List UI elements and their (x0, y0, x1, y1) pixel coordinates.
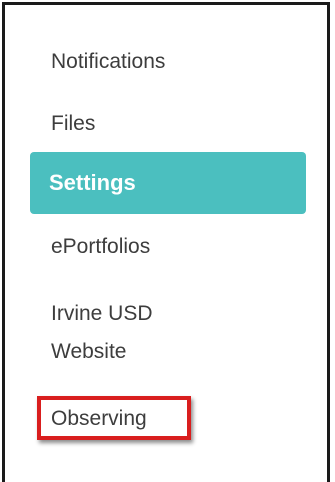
sidebar-item-settings[interactable]: Settings (30, 152, 306, 214)
sidebar-item-eportfolios[interactable]: ePortfolios (51, 231, 150, 263)
sidebar-item-observing[interactable]: Observing (51, 403, 147, 435)
sidebar-nav-panel: Notifications Files Settings ePortfolios… (2, 2, 330, 482)
sidebar-item-files[interactable]: Files (51, 108, 95, 140)
sidebar-item-settings-label: Settings (49, 170, 136, 195)
sidebar-nav: Notifications Files Settings ePortfolios… (5, 5, 327, 482)
sidebar-item-irvine-usd-website[interactable]: Irvine USD Website (51, 295, 211, 371)
sidebar-item-notifications[interactable]: Notifications (51, 46, 165, 78)
